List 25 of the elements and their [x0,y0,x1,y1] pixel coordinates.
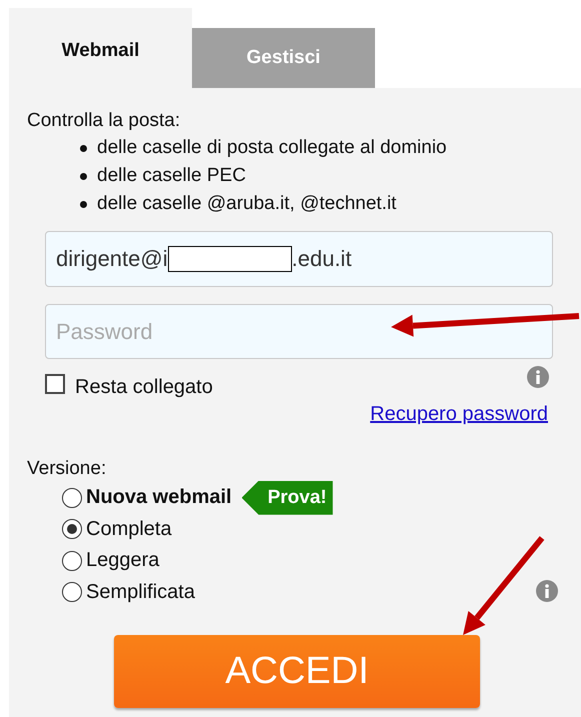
radio-label[interactable]: Nuova webmail [86,486,232,510]
checkbox-label[interactable]: Resta collegato [75,376,213,398]
radio-button[interactable] [62,582,82,602]
radio-button[interactable] [62,519,82,540]
info-icon[interactable] [536,580,558,602]
email-field[interactable]: dirigente@i .edu.it [45,231,553,287]
recover-password-link[interactable]: Recupero password [370,403,548,426]
password-field[interactable]: Password [45,304,553,359]
intro-heading: Controlla la posta: [27,109,182,133]
info-icon[interactable] [527,366,549,388]
list-item: delle caselle PEC [97,165,246,187]
radio-label[interactable]: Completa [86,518,172,541]
radio-button[interactable] [62,488,82,508]
list-item: delle caselle di posta collegate al dominio [97,137,447,159]
radio-label[interactable]: Semplificata [86,580,195,604]
bullet-icon [80,200,87,208]
try-tag: Prova! [242,480,333,515]
bullet-icon [80,144,87,152]
bullet-icon [80,172,87,180]
version-heading: Versione: [27,457,108,481]
list-item: delle caselle @aruba.it, @technet.it [97,193,396,215]
radio-button[interactable] [62,550,82,571]
tab[interactable]: Webmail [9,8,192,88]
radio-label[interactable]: Leggera [86,549,160,572]
checkbox[interactable] [45,374,65,394]
